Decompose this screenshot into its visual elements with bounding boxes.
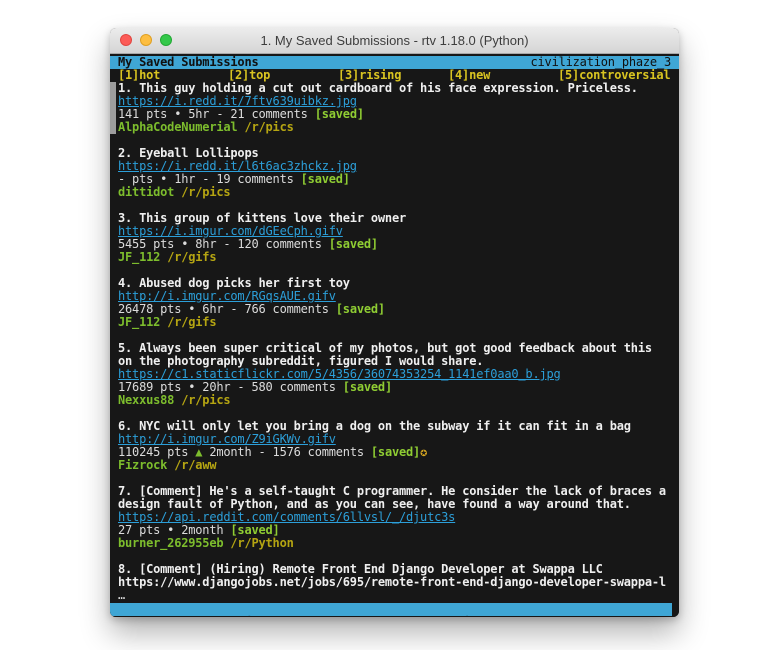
submission-byline: dittidot /r/pics [110,186,679,199]
submission-subreddit[interactable]: /r/Python [230,537,293,550]
submission-subreddit[interactable]: /r/pics [181,186,230,199]
submission-title[interactable]: 1. This guy holding a cut out cardboard … [110,82,667,95]
blank-line [110,407,679,420]
submission-subreddit[interactable]: /r/pics [244,121,293,134]
submission-stats: - pts • 1hr - 19 comments [saved] [110,173,679,186]
submission-url[interactable]: https://i.redd.it/l6t6ac3zhckz.jpg [110,160,679,173]
submission: 2. Eyeball Lollipopshttps://i.redd.it/l6… [110,147,679,199]
gilded-icon: ✪ [420,446,427,459]
zoom-button[interactable] [160,34,172,46]
submission-author[interactable]: dittidot [118,186,174,199]
submission: 3. This group of kittens love their owne… [110,212,679,264]
minimize-button[interactable] [140,34,152,46]
blank-line [110,264,679,277]
saved-badge: [saved] [336,303,385,316]
submission-byline: Nexxus88 /r/pics [110,394,679,407]
stats-text: - pts • 1hr - 19 comments [118,173,301,186]
blank-line [110,550,679,563]
submission-title[interactable]: 2. Eyeball Lollipops [110,147,667,160]
submission: 7. [Comment] He's a self-taught C progra… [110,485,679,550]
submission-url[interactable]: http://i.imgur.com/Z9iGKWv.gifv [110,433,679,446]
submission-byline: JF_112 /r/gifs [110,251,679,264]
sort-controversial[interactable]: [5]controversial [558,69,670,82]
blank-line [110,199,679,212]
stats-text: 2month - 1576 comments [202,446,371,459]
app-window: 1. My Saved Submissions - rtv 1.18.0 (Py… [110,28,679,617]
submission-author[interactable]: Nexxus88 [118,394,174,407]
submission-stats: 110245 pts ▲ 2month - 1576 comments [sav… [110,446,679,459]
submission-subreddit[interactable]: /r/aww [174,459,216,472]
submission-byline: burner_262955eb /r/Python [110,537,679,550]
submission-stats: 5455 pts • 8hr - 120 comments [saved] [110,238,679,251]
submission-url[interactable]: https://i.redd.it/7ftv639uibkz.jpg [110,95,679,108]
saved-badge: [saved] [343,381,392,394]
sort-hot[interactable]: [1]hot [118,69,228,82]
blank-line [110,472,679,485]
stats-text: 5455 pts • 8hr - 120 comments [118,238,329,251]
submission-author[interactable]: AlphaCodeNumerial [118,121,237,134]
truncation-ellipsis: … [110,589,679,602]
window-title: 1. My Saved Submissions - rtv 1.18.0 (Py… [260,33,528,48]
submission: 5. Always been super critical of my phot… [110,342,679,407]
submission-author[interactable]: Fizrock [118,459,167,472]
submission-url[interactable]: http://i.imgur.com/RGqsAUE.gifv [110,290,679,303]
sort-rising[interactable]: [3]rising [338,69,448,82]
submission-url[interactable]: https://i.imgur.com/dGEeCph.gifv [110,225,679,238]
saved-badge: [saved] [329,238,378,251]
submission-url[interactable]: https://api.reddit.com/comments/6llvsl/_… [110,511,679,524]
sort-menu: [1]hot [2]top [3]rising [4]new [5]contro… [110,69,679,82]
blank-line [110,329,679,342]
saved-badge: [saved] [371,446,420,459]
submission: 6. NYC will only let you bring a dog on … [110,420,679,472]
window-titlebar[interactable]: 1. My Saved Submissions - rtv 1.18.0 (Py… [110,28,679,54]
blank-line [110,134,679,147]
submission-title[interactable]: 3. This group of kittens love their owne… [110,212,667,225]
page-title: My Saved Submissions [118,56,259,69]
submission-stats: 27 pts • 2month [saved] [110,524,679,537]
header-bar: My Saved Submissions civilization_phaze_… [110,56,679,69]
submission-title[interactable]: 8. [Comment] (Hiring) Remote Front End D… [110,563,667,576]
close-button[interactable] [120,34,132,46]
submission-author[interactable]: JF_112 [118,316,160,329]
submission-stats: 141 pts • 5hr - 21 comments [saved] [110,108,679,121]
traffic-lights [120,34,172,46]
submissions-list: 1. This guy holding a cut out cardboard … [110,82,679,602]
submission-stats: 17689 pts • 20hr - 580 comments [saved] [110,381,679,394]
submission-subreddit[interactable]: /r/pics [181,394,230,407]
stats-text: 27 pts • 2month [118,524,230,537]
submission-stats: 26478 pts • 6hr - 766 comments [saved] [110,303,679,316]
saved-badge: [saved] [315,108,364,121]
submission: 8. [Comment] (Hiring) Remote Front End D… [110,563,679,602]
submission: 1. This guy holding a cut out cardboard … [110,82,679,134]
submission-title[interactable]: 7. [Comment] He's a self-taught C progra… [110,485,667,511]
saved-badge: [saved] [230,524,279,537]
statusbar: [?]Help [q]Quit [l]Comments [/]Prompt [u… [110,603,672,616]
submission-title[interactable]: 4. Abused dog picks her first toy [110,277,667,290]
stats-text: 141 pts • 5hr - 21 comments [118,108,315,121]
submission-author[interactable]: JF_112 [118,251,160,264]
stats-text: 110245 pts [118,446,195,459]
logged-in-username: civilization_phaze_3 [531,56,672,69]
stats-text: 17689 pts • 20hr - 580 comments [118,381,343,394]
submission-url[interactable]: https://www.djangojobs.net/jobs/695/remo… [110,576,667,589]
submission-byline: AlphaCodeNumerial /r/pics [110,121,679,134]
statusbar-hints: [?]Help [q]Quit [l]Comments [/]Prompt [u… [154,615,660,616]
sort-top[interactable]: [2]top [228,69,338,82]
submission-url[interactable]: https://c1.staticflickr.com/5/4356/36074… [110,368,679,381]
submission: 4. Abused dog picks her first toyhttp://… [110,277,679,329]
sort-new[interactable]: [4]new [448,69,558,82]
stats-text: 26478 pts • 6hr - 766 comments [118,303,336,316]
submission-byline: Fizrock /r/aww [110,459,679,472]
submission-title[interactable]: 6. NYC will only let you bring a dog on … [110,420,667,433]
submission-author[interactable]: burner_262955eb [118,537,223,550]
submission-byline: JF_112 /r/gifs [110,316,679,329]
submission-title[interactable]: 5. Always been super critical of my phot… [110,342,667,368]
saved-badge: [saved] [301,173,350,186]
terminal: My Saved Submissions civilization_phaze_… [110,54,679,617]
submission-subreddit[interactable]: /r/gifs [167,316,216,329]
submission-subreddit[interactable]: /r/gifs [167,251,216,264]
